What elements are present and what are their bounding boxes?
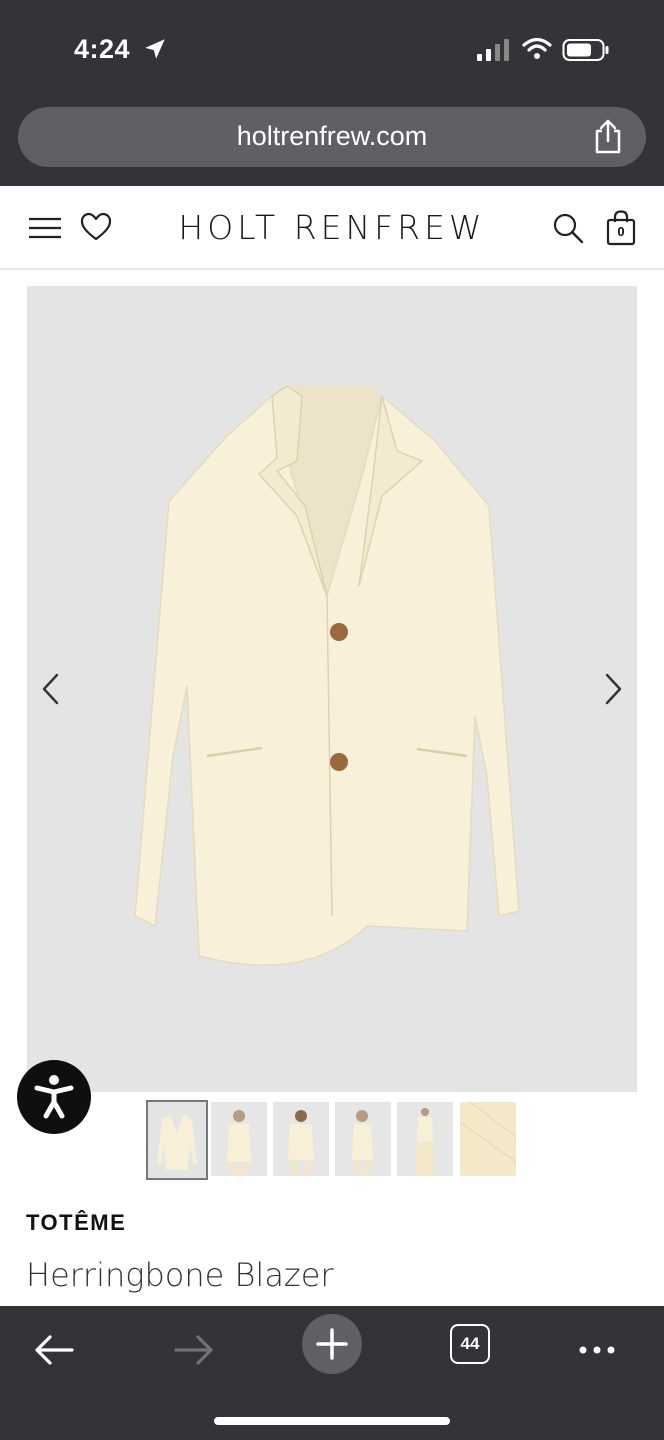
battery-icon xyxy=(562,39,609,61)
thumbnail-3[interactable] xyxy=(273,1102,329,1176)
thumbnail-model-full-image xyxy=(397,1102,453,1176)
tabs-button[interactable]: 44 xyxy=(450,1324,490,1364)
home-indicator xyxy=(214,1417,450,1425)
share-icon[interactable] xyxy=(592,119,624,155)
forward-arrow-icon[interactable] xyxy=(172,1328,216,1372)
status-bar: 4:24 xyxy=(0,0,664,100)
thumbnail-model-side-image xyxy=(335,1102,391,1176)
previous-image-arrow-icon[interactable] xyxy=(39,671,63,707)
thumbnail-5[interactable] xyxy=(397,1102,453,1176)
shopping-bag-button[interactable]: 0 xyxy=(606,210,636,246)
thumbnail-4[interactable] xyxy=(335,1102,391,1176)
plus-icon xyxy=(316,1328,348,1360)
cellular-signal-icon xyxy=(477,39,509,61)
bag-count: 0 xyxy=(617,224,625,239)
product-brand[interactable]: TOTÊME xyxy=(26,1210,126,1236)
site-header: HOLT RENFREW 0 xyxy=(0,186,664,270)
tabs-count: 44 xyxy=(460,1334,480,1353)
accessibility-icon xyxy=(34,1075,74,1119)
status-time: 4:24 xyxy=(74,34,131,64)
new-tab-button[interactable] xyxy=(302,1314,362,1374)
thumbnail-6[interactable] xyxy=(460,1102,516,1176)
thumbnail-model-back-image xyxy=(273,1102,329,1176)
thumbnail-fabric-detail-image xyxy=(460,1102,516,1176)
back-arrow-icon[interactable] xyxy=(32,1328,76,1372)
next-image-arrow-icon[interactable] xyxy=(601,671,625,707)
product-image[interactable] xyxy=(27,286,637,1092)
more-icon[interactable] xyxy=(575,1328,619,1372)
search-icon[interactable] xyxy=(552,212,584,244)
thumbnail-2[interactable] xyxy=(211,1102,267,1176)
browser-address-bar: holtrenfrew.com xyxy=(0,100,664,186)
wifi-icon xyxy=(522,37,552,59)
url-field[interactable]: holtrenfrew.com xyxy=(18,107,646,167)
accessibility-button[interactable] xyxy=(17,1060,91,1134)
thumbnail-blazer-image xyxy=(148,1102,206,1178)
location-arrow-icon xyxy=(145,39,165,59)
url-text: holtrenfrew.com xyxy=(236,121,428,151)
product-name: Herringbone Blazer xyxy=(26,1256,334,1294)
thumbnail-model-image xyxy=(211,1102,267,1176)
blazer-image xyxy=(134,385,520,966)
browser-toolbar: 44 xyxy=(0,1306,664,1440)
thumbnail-1[interactable] xyxy=(146,1100,208,1180)
